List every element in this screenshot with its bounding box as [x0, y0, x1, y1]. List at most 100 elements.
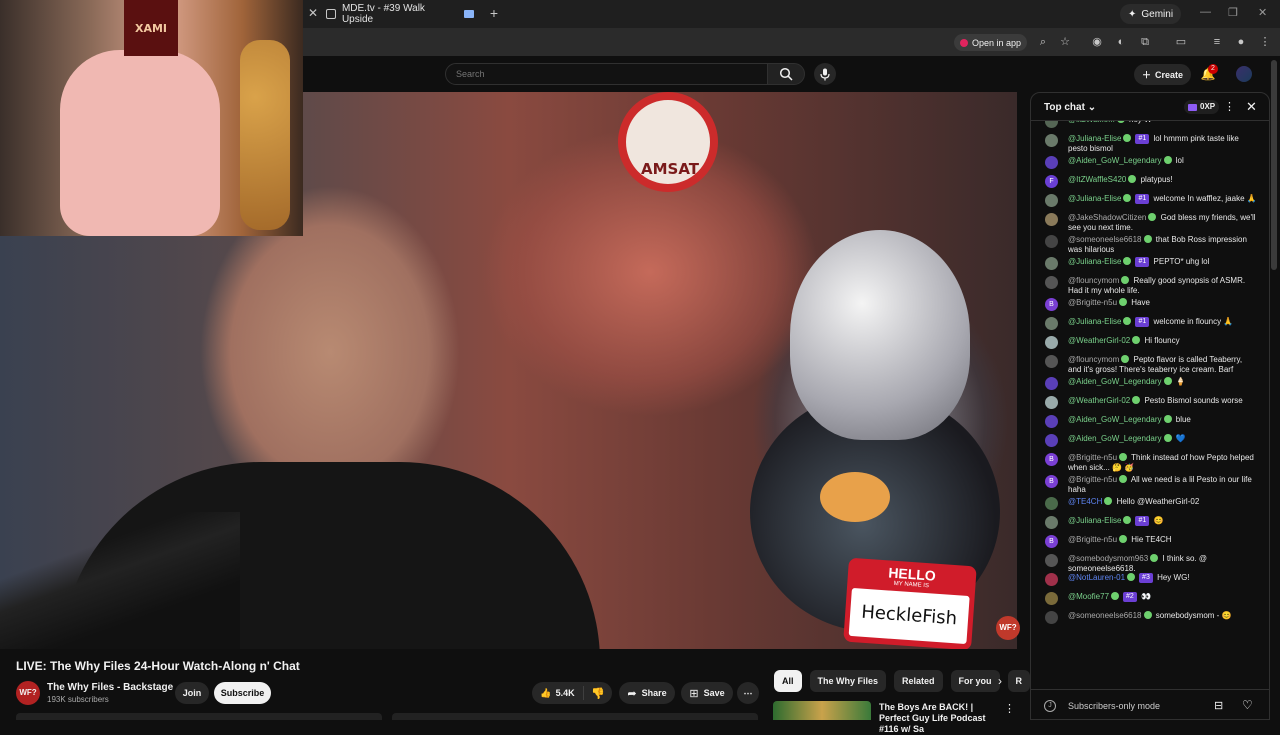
chat-author-name[interactable]: @iltzWaffle...: [1068, 121, 1115, 124]
chat-author-name[interactable]: @Juliana-Elise: [1068, 194, 1121, 203]
window-close-icon[interactable]: ✕: [1258, 6, 1267, 19]
chat-message[interactable]: B @Brigitte-n5u Have: [1045, 298, 1257, 311]
more-actions-button[interactable]: ⋯: [737, 682, 759, 704]
chat-message[interactable]: @JakeShadowCitizen God bless my friends,…: [1045, 213, 1257, 233]
channel-avatar[interactable]: WF?: [16, 681, 40, 705]
chat-author-avatar[interactable]: [1045, 336, 1058, 349]
chat-author-name[interactable]: @TE4CH: [1068, 497, 1102, 506]
recommended-thumbnail[interactable]: [773, 701, 871, 720]
chat-author-avatar[interactable]: [1045, 396, 1058, 409]
chat-message[interactable]: B @Brigitte-n5u All we need is a lil Pest…: [1045, 475, 1257, 495]
minimize-icon[interactable]: —: [1200, 6, 1211, 18]
chat-author-name[interactable]: @Brigitte-n5u: [1068, 298, 1117, 307]
chat-author-name[interactable]: @Brigitte-n5u: [1068, 535, 1117, 544]
chat-message[interactable]: @flouncymom Really good synopsis of ASMR…: [1045, 276, 1257, 296]
create-button[interactable]: ＋ Create: [1134, 64, 1192, 85]
chat-author-avatar[interactable]: B: [1045, 453, 1058, 466]
chat-menu-icon[interactable]: ⋮: [1224, 100, 1235, 113]
chip-the-why-files[interactable]: The Why Files: [809, 670, 887, 692]
chip-recently[interactable]: R: [1007, 670, 1031, 692]
chat-author-avatar[interactable]: [1045, 377, 1058, 390]
page-scrollbar[interactable]: [1271, 60, 1277, 680]
chat-message[interactable]: @Aiden_GoW_Legendary 🍦: [1045, 377, 1257, 390]
top-chat-dropdown[interactable]: Top chat ⌄: [1044, 102, 1096, 113]
chat-author-name[interactable]: @somebodysmom963: [1068, 554, 1148, 563]
chat-author-name[interactable]: @Aiden_GoW_Legendary: [1068, 415, 1162, 424]
chat-author-avatar[interactable]: [1045, 554, 1058, 567]
chevron-right-icon[interactable]: ›: [990, 670, 1010, 692]
picture-in-picture-window[interactable]: XAMI: [0, 0, 303, 236]
chat-author-name[interactable]: @Moofie77: [1068, 592, 1109, 601]
chat-author-name[interactable]: @Aiden_GoW_Legendary: [1068, 434, 1162, 443]
media-queue-icon[interactable]: ≡: [1210, 35, 1224, 49]
chat-message[interactable]: @WeatherGirl-02 Pesto Bismol sounds wors…: [1045, 396, 1257, 409]
chat-author-avatar[interactable]: [1045, 276, 1058, 289]
chat-message[interactable]: @iltzWaffle... hey W: [1045, 121, 1257, 128]
share-button[interactable]: ➦ Share: [619, 682, 675, 704]
chat-author-avatar[interactable]: [1045, 257, 1058, 270]
chat-author-avatar[interactable]: [1045, 415, 1058, 428]
chat-message[interactable]: @Juliana-Elise #1 welcome in flouncy 🙏: [1045, 317, 1257, 330]
chat-author-avatar[interactable]: B: [1045, 475, 1058, 488]
chat-author-avatar[interactable]: [1045, 121, 1058, 128]
new-tab-button[interactable]: +: [486, 4, 502, 22]
close-chat-icon[interactable]: ✕: [1246, 99, 1257, 115]
chat-author-avatar[interactable]: B: [1045, 298, 1058, 311]
chat-message[interactable]: @someoneelse6618 somebodysmom - 😊: [1045, 611, 1257, 624]
bookmark-star-icon[interactable]: ☆: [1058, 35, 1072, 49]
maximize-icon[interactable]: ❐: [1228, 6, 1238, 19]
chip-all[interactable]: All: [774, 670, 802, 692]
search-input[interactable]: [445, 63, 768, 85]
chat-author-name[interactable]: @Juliana-Elise: [1068, 516, 1121, 525]
extension-icon[interactable]: ◉: [1090, 35, 1104, 49]
chat-author-name[interactable]: @JakeShadowCitizen: [1068, 213, 1146, 222]
chat-message[interactable]: @Aiden_GoW_Legendary 💙: [1045, 434, 1257, 447]
profile-icon[interactable]: ●: [1234, 35, 1248, 49]
search-button[interactable]: [767, 63, 805, 85]
channel-name[interactable]: The Why Files - Backstage: [47, 682, 173, 693]
chat-author-avatar[interactable]: [1045, 355, 1058, 368]
chat-message[interactable]: @WeatherGirl-02 Hi flouncy: [1045, 336, 1257, 349]
subscribe-button[interactable]: Subscribe: [214, 682, 271, 704]
save-button[interactable]: ⊞ Save: [681, 682, 733, 704]
scrollbar-thumb[interactable]: [1271, 60, 1277, 270]
zoom-icon[interactable]: ⌕: [1036, 35, 1050, 49]
chat-author-name[interactable]: @Aiden_GoW_Legendary: [1068, 377, 1162, 386]
chat-author-name[interactable]: @flouncymom: [1068, 276, 1119, 285]
chat-message[interactable]: @Juliana-Elise #1 😊: [1045, 516, 1257, 529]
chat-message[interactable]: @Juliana-Elise #1 PEPTO* uhg lol: [1045, 257, 1257, 270]
chat-message[interactable]: @someoneelse6618 that Bob Ross impressio…: [1045, 235, 1257, 255]
heart-reaction-icon[interactable]: ♡: [1242, 698, 1253, 712]
chat-author-name[interactable]: @Juliana-Elise: [1068, 257, 1121, 266]
chat-author-avatar[interactable]: [1045, 317, 1058, 330]
recommended-title[interactable]: The Boys Are BACK! | Perfect Guy Life Po…: [879, 702, 997, 735]
chat-author-avatar[interactable]: [1045, 134, 1058, 147]
chat-author-avatar[interactable]: [1045, 194, 1058, 207]
chat-author-name[interactable]: @WeatherGirl-02: [1068, 336, 1130, 345]
chat-message[interactable]: @somebodysmom963 I think so. @ someoneel…: [1045, 554, 1257, 574]
chat-author-name[interactable]: @Brigitte-n5u: [1068, 475, 1117, 484]
chat-message[interactable]: B @Brigitte-n5u Hie TE4CH: [1045, 535, 1257, 548]
like-button[interactable]: 👍 5.4K: [532, 686, 584, 700]
chat-author-name[interactable]: @someoneelse6618: [1068, 611, 1142, 620]
chat-author-avatar[interactable]: [1045, 611, 1058, 624]
chat-author-name[interactable]: @flouncymom: [1068, 355, 1119, 364]
chat-author-name[interactable]: @NotLauren-01: [1068, 573, 1125, 582]
extensions-puzzle-icon[interactable]: ⧉: [1138, 35, 1152, 49]
chat-author-avatar[interactable]: F: [1045, 175, 1058, 188]
chat-author-avatar[interactable]: [1045, 497, 1058, 510]
chat-author-avatar[interactable]: [1045, 592, 1058, 605]
xp-badge[interactable]: 0XP: [1184, 100, 1220, 114]
chat-author-name[interactable]: @Aiden_GoW_Legendary: [1068, 156, 1162, 165]
chat-message[interactable]: F @ItZWaffleS420 platypus!: [1045, 175, 1257, 188]
chat-message[interactable]: @Juliana-Elise #1 welcome In wafflez, jaa…: [1045, 194, 1257, 207]
chat-author-avatar[interactable]: B: [1045, 535, 1058, 548]
chat-author-name[interactable]: @WeatherGirl-02: [1068, 396, 1130, 405]
browser-menu-icon[interactable]: ⋮: [1258, 35, 1272, 49]
account-avatar[interactable]: [1236, 66, 1252, 82]
chat-message[interactable]: @TE4CH Hello @WeatherGirl-02: [1045, 497, 1257, 510]
chat-message[interactable]: @flouncymom Pepto flavor is called Teabe…: [1045, 355, 1257, 375]
browser-tab[interactable]: MDE.tv - #39 Walk Upside: [326, 3, 475, 25]
chat-message-list[interactable]: @iltzWaffle... hey W @Juliana-Elise #1 lol…: [1031, 121, 1269, 689]
chat-author-name[interactable]: @someoneelse6618: [1068, 235, 1142, 244]
